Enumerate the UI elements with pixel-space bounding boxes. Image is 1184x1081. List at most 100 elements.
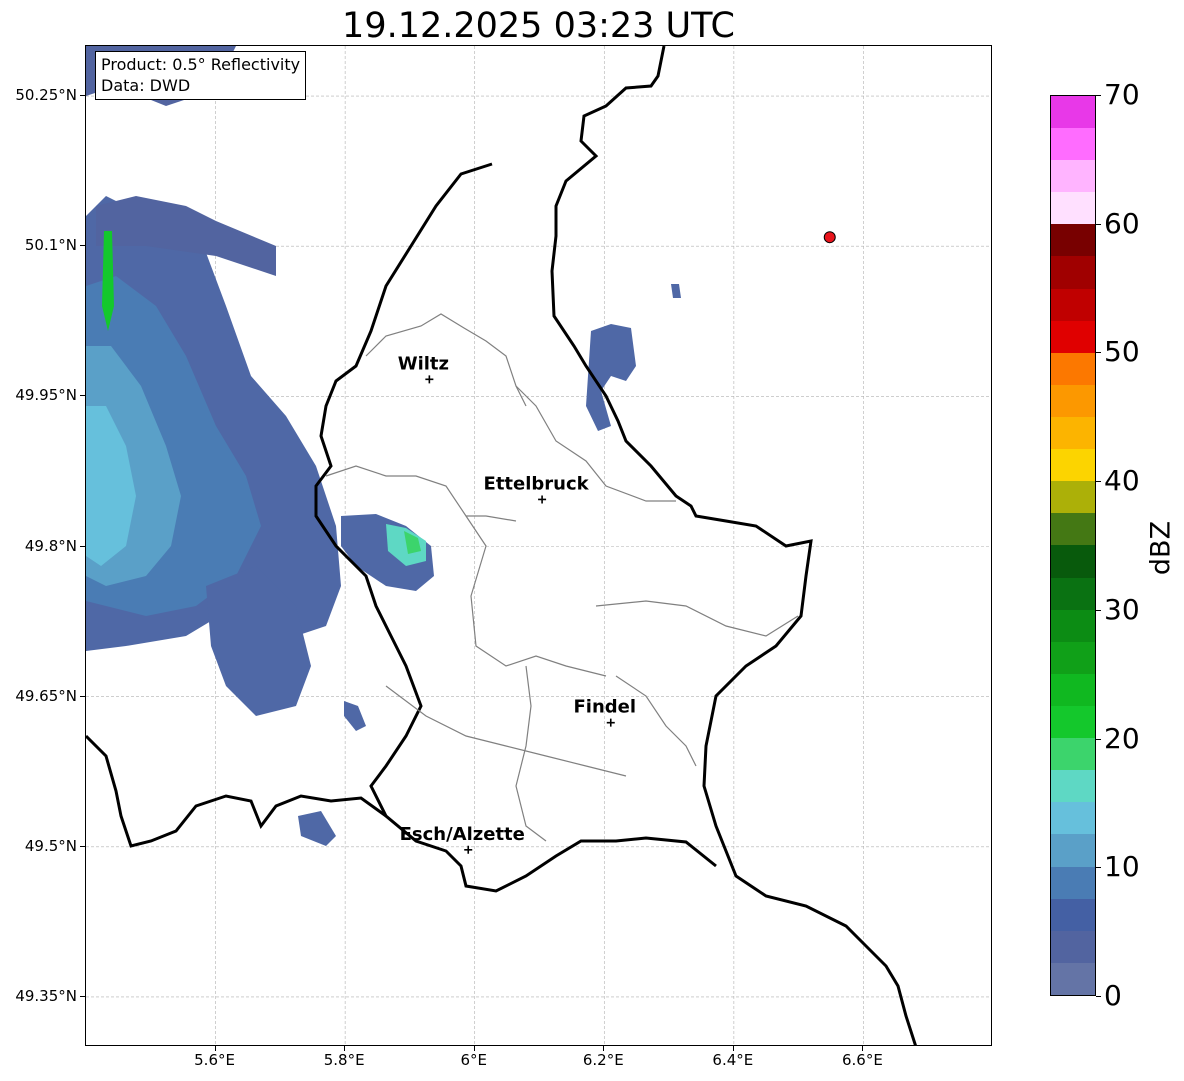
colorbar-segment	[1051, 834, 1095, 867]
city-marker: Wiltz	[398, 353, 449, 384]
colorbar-segment	[1051, 320, 1095, 353]
colorbar-segment	[1051, 384, 1095, 418]
lat-tick-label: 49.35°N	[15, 986, 77, 1005]
city-marker: Ettelbruck	[484, 473, 590, 504]
lon-tick	[603, 1046, 605, 1051]
echo-southwest-patch	[298, 811, 336, 846]
lat-tick	[80, 95, 85, 97]
colorbar-segment	[1051, 738, 1095, 771]
colorbar-segment	[1051, 770, 1095, 803]
colorbar-segment	[1051, 673, 1095, 707]
radar-site-marker	[823, 231, 836, 244]
city-label: Wiltz	[398, 353, 449, 374]
colorbar-tick	[1096, 738, 1101, 740]
lat-tick-label: 49.8°N	[24, 536, 77, 555]
lat-tick	[80, 245, 85, 247]
info-box: Product: 0.5° Reflectivity Data: DWD	[95, 51, 307, 100]
colorbar-segment	[1051, 192, 1095, 225]
city-marker: Findel	[573, 697, 636, 727]
lat-tick-label: 49.95°N	[15, 386, 77, 405]
lat-tick	[80, 695, 85, 697]
colorbar-tick-label: 30	[1104, 592, 1140, 626]
lon-tick	[473, 1046, 475, 1051]
lon-tick-label: 5.6°E	[194, 1051, 235, 1069]
city-label: Ettelbruck	[484, 473, 590, 494]
lat-tick	[80, 845, 85, 847]
lon-tick-label: 6°E	[460, 1051, 487, 1069]
colorbar-tick	[1096, 95, 1101, 96]
lat-tick-label: 50.1°N	[24, 236, 77, 255]
colorbar-segment	[1051, 128, 1095, 161]
lat-tick	[80, 395, 85, 397]
lat-tick	[80, 995, 85, 997]
colorbar-segment	[1051, 224, 1095, 257]
colorbar-tick	[1096, 996, 1101, 997]
lat-tick-label: 49.65°N	[15, 686, 77, 705]
data-source-label: Data: DWD	[101, 76, 191, 95]
lon-tick	[732, 1046, 734, 1051]
lat-tick-label: 49.5°N	[24, 836, 77, 855]
colorbar-tick	[1096, 223, 1101, 225]
product-label: Product: 0.5° Reflectivity	[101, 55, 301, 74]
canton-line	[465, 515, 607, 677]
colorbar-segment	[1051, 481, 1095, 514]
map-canvas[interactable]: Wiltz Ettelbruck Findel Esch/Alzette	[86, 46, 992, 1046]
colorbar-segment	[1051, 866, 1095, 899]
colorbar-segment	[1051, 449, 1095, 482]
colorbar	[1050, 95, 1096, 996]
lon-tick	[344, 1046, 346, 1051]
radar-site	[823, 231, 836, 244]
colorbar-label: dBZ	[1145, 520, 1177, 576]
colorbar-tick-label: 50	[1104, 335, 1140, 369]
lon-tick-label: 6.6°E	[842, 1051, 883, 1069]
colorbar-segment	[1051, 545, 1095, 578]
lon-tick	[862, 1046, 864, 1051]
canton-line	[595, 600, 799, 637]
map-title: 19.12.2025 03:23 UTC	[342, 6, 735, 46]
colorbar-segment	[1051, 641, 1095, 674]
city-marker: Esch/Alzette	[400, 824, 525, 854]
colorbar-segment	[1051, 609, 1095, 642]
canton-line	[615, 675, 697, 767]
colorbar-tick-label: 20	[1104, 721, 1140, 755]
city-cross-icon	[538, 495, 547, 504]
colorbar-segment	[1051, 95, 1095, 129]
colorbar-segment	[1051, 288, 1095, 321]
lon-tick-label: 5.8°E	[323, 1051, 365, 1069]
city-label: Esch/Alzette	[400, 824, 525, 845]
colorbar-tick-label: 10	[1104, 850, 1140, 884]
colorbar-segment	[1051, 898, 1095, 931]
city-cross-icon	[606, 718, 615, 727]
canton-line	[515, 665, 547, 842]
lon-tick	[214, 1046, 216, 1051]
colorbar-segment	[1051, 160, 1095, 193]
colorbar-tick	[1096, 609, 1101, 611]
radar-echoes	[86, 46, 681, 846]
lon-tick-label: 6.2°E	[582, 1051, 624, 1069]
colorbar-tick-label: 40	[1104, 464, 1140, 498]
colorbar-segment	[1051, 417, 1095, 450]
city-cross-icon	[425, 375, 434, 384]
colorbar-tick	[1096, 352, 1101, 354]
echo-small-2	[671, 284, 681, 298]
lat-tick	[80, 545, 85, 547]
colorbar-segment	[1051, 352, 1095, 385]
lat-tick-label: 50.25°N	[15, 86, 77, 105]
colorbar-tick-label: 70	[1104, 78, 1140, 111]
map-area[interactable]: Wiltz Ettelbruck Findel Esch/Alzette	[85, 45, 992, 1046]
colorbar-tick-label: 60	[1104, 206, 1140, 240]
echo-small-1	[344, 701, 366, 731]
colorbar-segment	[1051, 577, 1095, 610]
city-label: Findel	[573, 697, 636, 718]
lon-tick-label: 6.4°E	[712, 1051, 754, 1069]
colorbar-segment	[1051, 513, 1095, 546]
colorbar-segment	[1051, 256, 1095, 289]
colorbar-segment	[1051, 930, 1095, 963]
colorbar-segment	[1051, 706, 1095, 739]
colorbar-tick	[1096, 867, 1101, 869]
colorbar-tick-label: 0	[1104, 979, 1122, 1012]
colorbar-tick	[1096, 481, 1101, 483]
colorbar-segment	[1051, 962, 1095, 995]
colorbar-segment	[1051, 802, 1095, 835]
france-border	[86, 734, 387, 848]
